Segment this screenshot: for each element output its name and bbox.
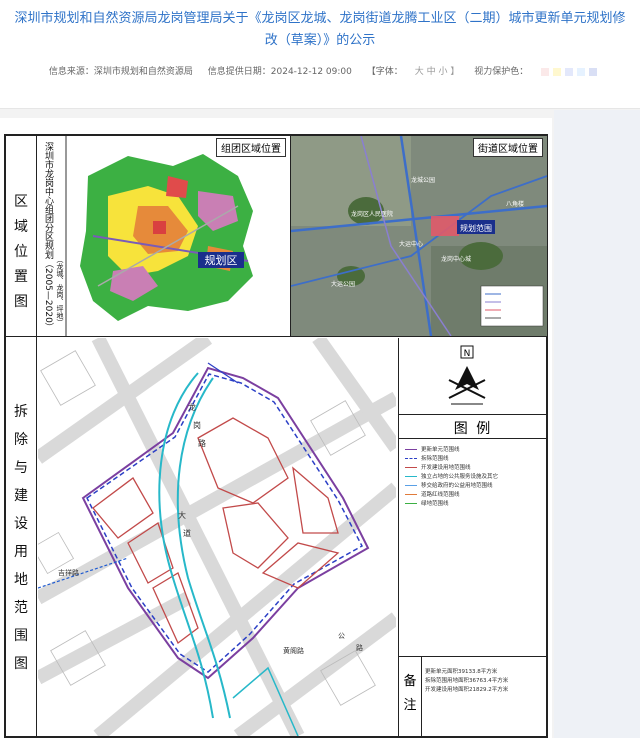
eye-protect-label: 视力保护色：	[474, 67, 529, 77]
plan-graphic: 吉祥路 龙 岗 路 大 道 黄阁路 公 路	[38, 338, 396, 736]
label-region-1: 区	[14, 194, 28, 210]
section-labels: 区 域 位 置 图 拆 除 与 建 设 用 地 范 围 图	[6, 136, 37, 736]
street-location-map: 规划范围 龙城公园 大运中心 龙岗中心城 八角楼 大运公园 龙岗区人民医院 街道…	[290, 136, 547, 336]
label-demolition-9: 围	[14, 628, 28, 644]
notes-label-box: 备 注	[399, 656, 422, 736]
label-demolition-1: 拆	[14, 404, 28, 420]
label-demolition-4: 建	[14, 488, 28, 504]
label-demolition-6: 用	[14, 544, 28, 560]
street-label-2: 龙	[188, 402, 196, 412]
content-panel: 区 域 位 置 图 拆 除 与 建 设 用 地 范 围 图 规划区 深圳市龙岗中…	[0, 118, 552, 738]
notes-char-2: 注	[403, 698, 417, 713]
street-map-graphic: 规划范围 龙城公园 大运中心 龙岗中心城 八角楼 大运公园 龙岗区人民医院	[291, 136, 547, 336]
place-label-1: 龙城公园	[411, 176, 435, 184]
note-line-2: 拆除范围用地面积36763.4平方米	[425, 678, 509, 684]
north-arrow-icon: N	[448, 345, 486, 405]
label-region-4: 置	[14, 269, 28, 285]
place-label-4: 八角楼	[506, 200, 524, 208]
street-label-3: 岗	[193, 421, 201, 430]
north-label: N	[464, 349, 471, 359]
legend-title: 图 例	[453, 421, 493, 437]
label-demolition-2: 除	[14, 432, 28, 448]
street-label-6: 道	[183, 528, 191, 538]
legend-panel: N 图 例 更新单元范围线 拆除范围线 开发建设用地范围线 独立占地的公共服务设…	[398, 338, 547, 736]
cluster-location-map: 规划区 深圳市龙岗中心组团分区规划（2005—2020） （龙城、龙岗、坪地） …	[38, 136, 290, 336]
street-label-8: 公	[338, 632, 345, 640]
right-sidebar	[554, 110, 640, 738]
meta-bar: 信息来源：深圳市规划和自然资源局 信息提供日期：2024-12-12 09:00…	[0, 64, 640, 77]
label-region-5: 图	[14, 294, 28, 310]
eye-color-swatch-2[interactable]	[553, 67, 562, 76]
place-label-5: 大运公园	[331, 280, 355, 288]
cluster-plan-subtitle: （龙城、龙岗、坪地）	[56, 256, 64, 326]
font-size-label: 【字体：	[366, 67, 403, 77]
legend-item-1: 更新单元范围线	[405, 446, 543, 455]
street-label-5: 大	[178, 510, 186, 520]
label-demolition-3: 与	[14, 460, 28, 476]
cluster-map-label: 组团区域位置	[216, 138, 286, 157]
planning-area-tag-text: 规划区	[205, 253, 238, 267]
announcement-header: 深圳市规划和自然资源局龙岗管理局关于《龙岗区龙城、龙岗街道龙腾工业区（二期）城市…	[0, 0, 640, 109]
place-label-3: 龙岗中心城	[441, 255, 471, 263]
eye-color-swatch-3[interactable]	[565, 67, 574, 76]
legend-item-7: 绿地范围线	[405, 500, 543, 509]
eye-color-swatch-4[interactable]	[577, 67, 586, 76]
street-label-4: 路	[198, 438, 206, 448]
note-line-1: 更新单元面积39133.8平方米	[425, 669, 498, 675]
street-label-7: 黄阁路	[283, 646, 304, 655]
legend-item-2: 拆除范围线	[405, 455, 543, 464]
label-region-2: 域	[14, 219, 28, 235]
notes-text: 更新单元面积39133.8平方米 拆除范围用地面积36763.4平方米 开发建设…	[425, 668, 545, 695]
info-date: 信息提供日期：2024-12-12 09:00	[207, 67, 352, 77]
place-label-6: 龙岗区人民医院	[351, 210, 393, 218]
legend-item-5: 移交给政府的公益用地范围线	[405, 482, 543, 491]
notes-char-1: 备	[403, 674, 417, 689]
label-demolition-7: 地	[14, 572, 28, 588]
cluster-plan-title: 深圳市龙岗中心组团分区规划（2005—2020）	[43, 142, 53, 332]
planning-scope-tag: 规划范围	[460, 223, 492, 233]
street-label-9: 路	[356, 643, 363, 652]
eye-color-swatch-1[interactable]	[541, 67, 550, 76]
legend-item-4: 独立占地的公共服务设施及其它	[405, 473, 543, 482]
divider	[6, 336, 546, 337]
street-map-label: 街道区域位置	[473, 138, 543, 157]
label-demolition-8: 范	[14, 600, 28, 616]
cluster-map-graphic: 规划区	[38, 136, 253, 336]
legend-item-6: 道路红线范围线	[405, 491, 543, 500]
note-line-3: 开发建设用地面积21829.2平方米	[425, 687, 509, 693]
label-demolition-5: 设	[14, 516, 28, 532]
demolition-land-use-plan: 吉祥路 龙 岗 路 大 道 黄阁路 公 路	[38, 338, 396, 736]
street-label-1: 吉祥路	[58, 568, 79, 577]
info-source: 信息来源：深圳市规划和自然资源局	[48, 67, 193, 77]
eye-color-swatch-5[interactable]	[589, 67, 598, 76]
place-label-2: 大运中心	[399, 240, 423, 248]
page-title: 深圳市规划和自然资源局龙岗管理局关于《龙岗区龙城、龙岗街道龙腾工业区（二期）城市…	[14, 11, 626, 48]
font-size-options[interactable]: 大 中 小 】	[415, 67, 460, 77]
legend-list: 更新单元范围线 拆除范围线 开发建设用地范围线 独立占地的公共服务设施及其它 移…	[405, 446, 543, 509]
label-demolition-10: 图	[14, 656, 28, 672]
legend-item-3: 开发建设用地范围线	[405, 464, 543, 473]
label-region-3: 位	[14, 244, 28, 260]
planning-map-image: 区 域 位 置 图 拆 除 与 建 设 用 地 范 围 图 规划区 深圳市龙岗中…	[4, 134, 548, 738]
